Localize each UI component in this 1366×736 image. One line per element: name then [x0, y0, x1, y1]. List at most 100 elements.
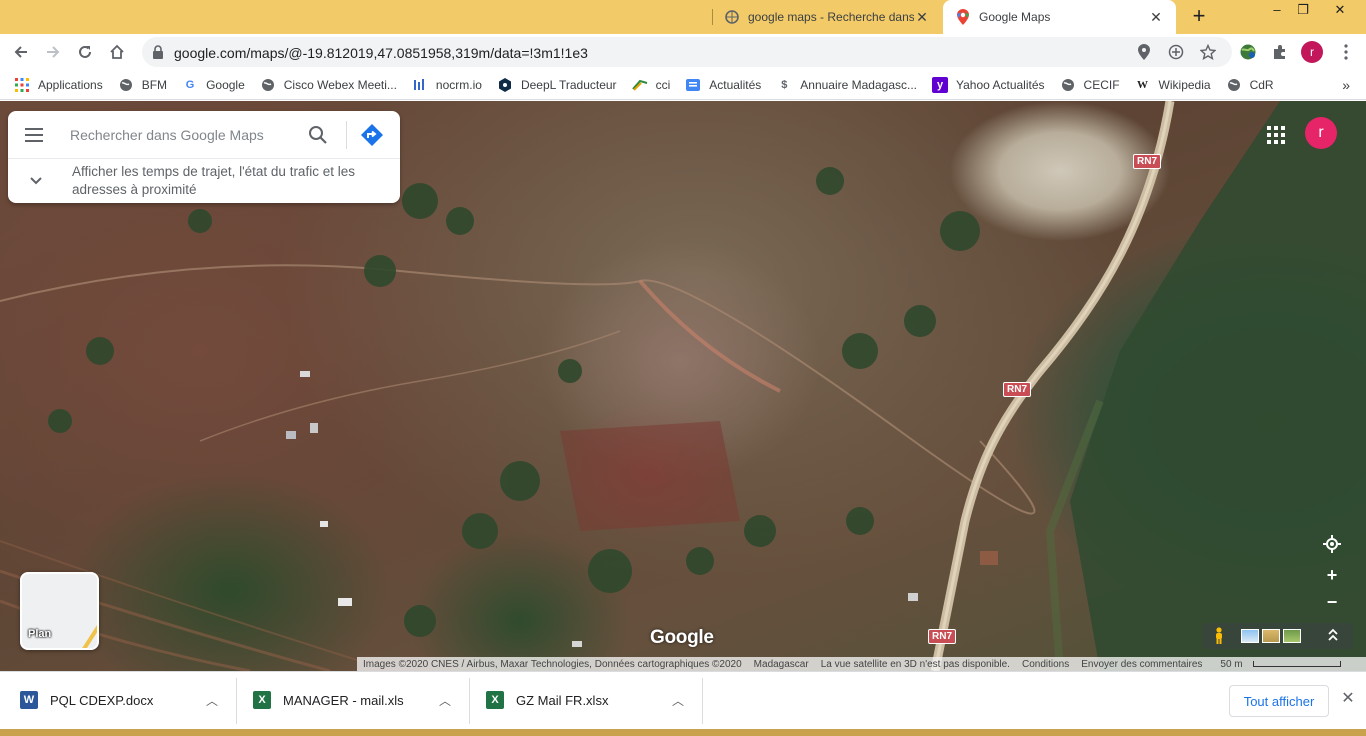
word-file-icon: W — [20, 691, 38, 709]
menu-hamburger-icon[interactable] — [24, 126, 44, 144]
region-link[interactable]: Madagascar — [754, 659, 809, 670]
layer-switcher-plan[interactable]: Plan — [20, 572, 99, 650]
imagery-thumbnail[interactable] — [1241, 629, 1259, 643]
excel-file-icon: X — [486, 691, 504, 709]
download-filename: PQL CDEXP.docx — [50, 692, 154, 708]
tab-google-maps[interactable]: Google Maps ✕ — [943, 0, 1176, 34]
download-item[interactable]: W PQL CDEXP.docx ︿ — [20, 680, 230, 720]
bookmark-label: BFM — [141, 77, 168, 92]
scale-bar[interactable]: 50 m — [1214, 659, 1346, 670]
google-maps-favicon — [955, 9, 971, 25]
google-apps-icon[interactable] — [1266, 125, 1286, 145]
google-logo: Google — [650, 627, 714, 648]
show-all-downloads-button[interactable]: Tout afficher — [1229, 685, 1329, 717]
deepl-icon — [497, 77, 513, 93]
bookmarks-bar: Applications BFM G Google Cisco Webex Me… — [0, 70, 1366, 100]
lock-icon[interactable] — [152, 45, 164, 62]
terms-link[interactable]: Conditions — [1022, 659, 1069, 670]
pegman-icon[interactable] — [1213, 627, 1225, 645]
bookmark-applications[interactable]: Applications — [14, 77, 103, 93]
road-label-rn7[interactable]: RN7 — [928, 629, 957, 644]
tab-google-search[interactable]: google maps - Recherche dans Google ✕ — [712, 0, 942, 34]
bookmark-actualites[interactable]: Actualités — [685, 77, 761, 93]
tab-close-icon[interactable]: ✕ — [1148, 9, 1164, 25]
bookmark-cecif[interactable]: CECIF — [1060, 77, 1120, 93]
bookmark-deepl[interactable]: DeepL Traducteur — [497, 77, 617, 93]
tab-title: google maps - Recherche dans Google — [748, 10, 914, 24]
download-filename: GZ Mail FR.xlsx — [516, 692, 609, 708]
bookmark-google[interactable]: G Google — [182, 77, 245, 93]
location-pin-icon[interactable] — [1136, 44, 1152, 60]
chevron-up-icon[interactable]: ︿ — [206, 692, 218, 709]
restore-button[interactable]: ❐ — [1288, 0, 1318, 20]
download-divider — [236, 678, 237, 724]
road-label-rn7[interactable]: RN7 — [1003, 382, 1032, 397]
yahoo-icon: y — [932, 76, 949, 93]
browser-menu-icon[interactable] — [1335, 41, 1357, 63]
profile-avatar[interactable]: r — [1301, 41, 1323, 63]
search-divider — [346, 121, 347, 149]
account-avatar[interactable]: r — [1305, 117, 1337, 149]
install-app-icon[interactable] — [1168, 44, 1184, 60]
bookmark-cci[interactable]: cci — [631, 77, 671, 93]
satellite-thumbnail[interactable] — [1283, 629, 1301, 643]
new-tab-button[interactable]: + — [1188, 5, 1210, 28]
news-icon — [685, 77, 701, 93]
close-downloads-icon[interactable]: ✕ — [1340, 691, 1356, 707]
extension-globe-icon[interactable] — [1237, 41, 1259, 63]
home-button[interactable] — [106, 41, 128, 63]
globe-icon — [1060, 77, 1076, 93]
url-text[interactable]: google.com/maps/@-19.812019,47.0851958,3… — [174, 45, 588, 61]
download-item[interactable]: X MANAGER - mail.xls ︿ — [253, 680, 463, 720]
download-item[interactable]: X GZ Mail FR.xlsx ︿ — [486, 680, 696, 720]
bookmark-bfm[interactable]: BFM — [118, 77, 167, 93]
directions-icon[interactable] — [360, 123, 384, 147]
bookmark-label: Google — [206, 77, 245, 92]
map-attribution: Images ©2020 CNES / Airbus, Maxar Techno… — [357, 657, 1366, 671]
window-close-button[interactable]: ✕ — [1325, 0, 1355, 20]
chevron-down-icon[interactable] — [26, 171, 46, 191]
bookmark-wikipedia[interactable]: W Wikipedia — [1135, 77, 1211, 93]
home-icon — [110, 44, 124, 59]
downloads-shelf: W PQL CDEXP.docx ︿ X MANAGER - mail.xls … — [0, 671, 1366, 729]
bookmark-label: Applications — [38, 77, 103, 92]
download-filename: MANAGER - mail.xls — [283, 692, 404, 708]
imagery-credits: Images ©2020 CNES / Airbus, Maxar Techno… — [363, 658, 742, 670]
os-taskbar — [0, 729, 1366, 736]
forward-button[interactable] — [42, 41, 64, 63]
bookmark-label: Annuaire Madagasc... — [800, 77, 918, 92]
back-button[interactable] — [10, 41, 32, 63]
address-bar[interactable]: google.com/maps/@-19.812019,47.0851958,3… — [142, 37, 1232, 67]
tab-close-icon[interactable]: ✕ — [914, 9, 930, 25]
bookmark-cisco-webex[interactable]: Cisco Webex Meeti... — [260, 77, 397, 93]
bookmark-annuaire[interactable]: $ Annuaire Madagasc... — [776, 77, 917, 93]
bookmark-nocrm[interactable]: nocrm.io — [412, 77, 482, 93]
cci-icon — [631, 77, 648, 93]
bookmark-label: cci — [655, 77, 671, 92]
zoom-in-button[interactable]: + — [1318, 562, 1346, 588]
terrain-thumbnail[interactable] — [1262, 629, 1280, 643]
bookmark-label: Cisco Webex Meeti... — [283, 77, 397, 92]
satellite-map[interactable]: Afficher les temps de trajet, l'état du … — [0, 101, 1366, 671]
search-input[interactable] — [70, 123, 300, 147]
bookmarks-overflow-button[interactable]: » — [1342, 77, 1350, 93]
zoom-out-button[interactable]: − — [1318, 589, 1346, 615]
3d-notice: La vue satellite en 3D n'est pas disponi… — [820, 658, 1010, 670]
reload-icon — [79, 45, 91, 58]
search-icon[interactable] — [308, 125, 328, 145]
scale-label: 50 m — [1220, 658, 1243, 670]
my-location-icon[interactable] — [1318, 531, 1346, 557]
expand-icon[interactable] — [1327, 628, 1341, 644]
chevron-up-icon[interactable]: ︿ — [439, 692, 451, 709]
bookmark-star-icon[interactable] — [1200, 44, 1216, 60]
bookmark-label: Wikipedia — [1158, 77, 1211, 92]
bookmark-yahoo[interactable]: y Yahoo Actualités — [932, 76, 1045, 93]
reload-button[interactable] — [74, 41, 96, 63]
nearby-hint-row[interactable]: Afficher les temps de trajet, l'état du … — [8, 159, 400, 203]
feedback-link[interactable]: Envoyer des commentaires — [1081, 659, 1202, 670]
chevron-up-icon[interactable]: ︿ — [672, 692, 684, 709]
bookmark-cdr[interactable]: CdR — [1226, 77, 1274, 93]
road-label-rn7[interactable]: RN7 — [1133, 154, 1162, 169]
extensions-puzzle-icon[interactable] — [1269, 41, 1291, 63]
google-search-favicon — [724, 9, 740, 25]
